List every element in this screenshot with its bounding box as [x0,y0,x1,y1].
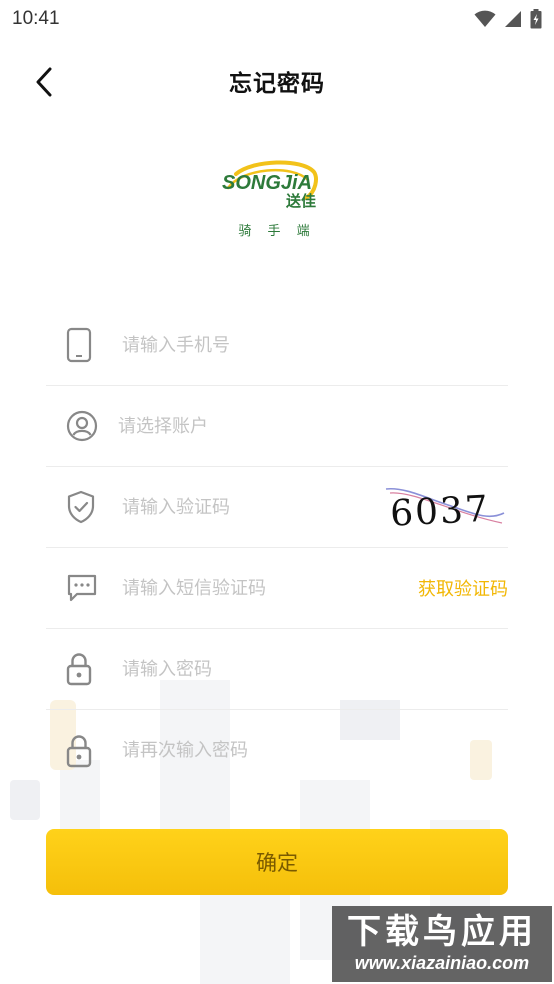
message-icon [46,572,122,604]
phone-field-row [46,305,508,386]
status-time: 10:41 [12,8,60,29]
password-confirm-field-row [46,710,508,791]
forgot-password-form: 6037 获取验证码 [46,305,508,791]
lock-icon [46,652,122,686]
get-code-button[interactable]: 获取验证码 [418,575,508,601]
sms-code-input[interactable] [122,568,418,608]
signal-icon [505,11,521,27]
captcha-image[interactable]: 6037 [384,483,508,531]
password-field-row [46,629,508,710]
user-circle-icon [46,410,122,442]
wifi-icon [474,10,496,27]
confirm-button[interactable]: 确定 [46,829,508,895]
password-confirm-input[interactable] [122,730,508,771]
watermark-url: www.xiazainiao.com [354,952,530,973]
brand-logo: SONGJiA 送佳 骑 手 端 [0,158,554,248]
shield-check-icon [46,490,122,524]
watermark-title: 下载鸟应用 [347,911,537,952]
phone-icon [46,327,122,363]
battery-icon [530,9,542,29]
account-field-row [46,386,508,467]
status-icons [474,9,542,29]
captcha-text: 6037 [389,489,491,531]
page-title: 忘记密码 [229,71,325,97]
captcha-field-row: 6037 [46,467,508,548]
watermark: 下载鸟应用 www.xiazainiao.com [332,906,552,982]
back-button[interactable] [22,60,66,104]
password-input[interactable] [122,649,508,689]
logo-subtitle: 骑 手 端 [238,224,316,239]
account-select[interactable] [118,406,508,446]
header: 忘记密码 [0,50,554,112]
captcha-input[interactable] [122,487,384,527]
logo-mark: SONGJiA 送佳 [222,158,332,210]
sms-field-row: 获取验证码 [46,548,508,629]
logo-brand-cn: 送佳 [286,192,317,210]
phone-input[interactable] [122,325,508,365]
lock-icon [46,734,122,768]
chevron-left-icon [36,67,52,97]
status-bar: 10:41 [0,0,554,38]
